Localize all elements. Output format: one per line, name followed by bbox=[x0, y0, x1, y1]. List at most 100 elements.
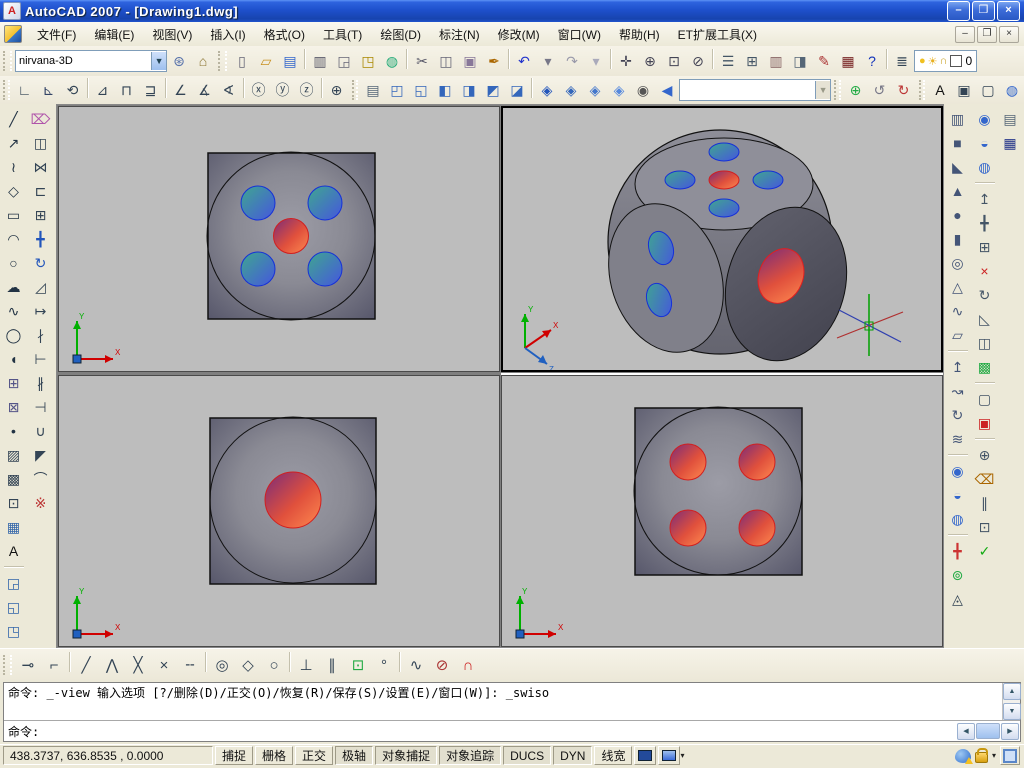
polar-toggle[interactable]: 极轴 bbox=[335, 746, 374, 765]
spline-icon[interactable]: ∿ bbox=[2, 299, 26, 323]
object-ucs-icon[interactable]: ⊓ bbox=[115, 78, 139, 102]
help-icon[interactable]: ? bbox=[860, 49, 884, 73]
menu-file[interactable]: 文件(F) bbox=[28, 23, 85, 46]
union-solids-icon[interactable]: ◉ bbox=[973, 107, 997, 131]
snap-apparent-intersection-icon[interactable]: × bbox=[151, 652, 177, 678]
arc-icon[interactable]: ◠ bbox=[2, 227, 26, 251]
command-scrollbar[interactable]: ▲ ▼ bbox=[1002, 683, 1021, 720]
layer-lock-icon[interactable]: ∩ bbox=[940, 55, 948, 68]
snap-parallel-icon[interactable]: ∥ bbox=[319, 652, 345, 678]
redo-icon[interactable]: ↷ bbox=[560, 49, 584, 73]
my-workspace-icon[interactable]: ⌂ bbox=[191, 49, 215, 73]
draworder-bring-to-front-icon[interactable]: ◲ bbox=[2, 571, 26, 595]
menu-express-tools[interactable]: ET扩展工具(X) bbox=[669, 23, 766, 46]
3d-orbit-icon[interactable]: ⊕ bbox=[844, 78, 868, 102]
snap-insert-icon[interactable]: ⊡ bbox=[345, 652, 371, 678]
sphere-icon[interactable]: ● bbox=[946, 203, 970, 227]
draworder-send-to-back-icon[interactable]: ◱ bbox=[2, 595, 26, 619]
status-menu-arrow[interactable]: ▾ bbox=[680, 751, 684, 760]
scroll-thumb[interactable] bbox=[976, 723, 1000, 739]
clean-icon[interactable]: ⌫ bbox=[973, 467, 997, 491]
named-view-back-icon[interactable]: ◀ bbox=[655, 78, 679, 102]
plot-preview-icon[interactable]: ◲ bbox=[332, 49, 356, 73]
tray-arrow-icon[interactable]: ▾ bbox=[992, 751, 996, 760]
snap-endpoint-icon[interactable]: ╱ bbox=[73, 652, 99, 678]
rotate-icon[interactable]: ↻ bbox=[29, 251, 53, 275]
communication-center-icon[interactable] bbox=[954, 748, 973, 764]
mdi-close-button-icon[interactable]: × bbox=[999, 25, 1019, 43]
apply-ucs-icon[interactable]: ⊕ bbox=[325, 78, 349, 102]
multiline-text-icon[interactable]: A bbox=[2, 539, 26, 563]
coordinate-readout[interactable]: 438.3737, 636.8535 , 0.0000 bbox=[3, 746, 213, 765]
chamfer-icon[interactable]: ◤ bbox=[29, 443, 53, 467]
publish-icon[interactable]: ◳ bbox=[356, 49, 380, 73]
top-view-icon[interactable]: ◰ bbox=[385, 78, 409, 102]
separate-icon[interactable]: ∥ bbox=[973, 491, 997, 515]
pyramid-icon[interactable]: △ bbox=[946, 275, 970, 299]
grid-toggle[interactable]: 栅格 bbox=[255, 746, 294, 765]
chevron-down-icon[interactable]: ▼ bbox=[151, 52, 166, 70]
plot-icon[interactable]: ▥ bbox=[308, 49, 332, 73]
rotate-x-ucs-icon[interactable]: ⓧ bbox=[247, 78, 271, 102]
snap-extension-icon[interactable]: ╌ bbox=[177, 652, 203, 678]
osnap-toggle[interactable]: 对象捕捉 bbox=[375, 746, 438, 765]
osnap-settings-icon[interactable]: ∩ bbox=[455, 652, 481, 678]
toolbar-grip[interactable] bbox=[3, 655, 12, 675]
offset-faces-icon[interactable]: ⊞ bbox=[973, 235, 997, 259]
menu-window[interactable]: 窗口(W) bbox=[549, 23, 610, 46]
construction-line-icon[interactable]: ↗ bbox=[2, 131, 26, 155]
trim-icon[interactable]: ∤ bbox=[29, 323, 53, 347]
box-icon[interactable]: ■ bbox=[946, 131, 970, 155]
offset-icon[interactable]: ⊏ bbox=[29, 179, 53, 203]
close-button-icon[interactable]: × bbox=[997, 1, 1020, 21]
dyn-toggle[interactable]: DYN bbox=[553, 746, 593, 765]
sheet-set-manager-icon[interactable]: ◨ bbox=[788, 49, 812, 73]
snap-midpoint-icon[interactable]: ⋀ bbox=[99, 652, 125, 678]
otrack-toggle[interactable]: 对象追踪 bbox=[439, 746, 502, 765]
ellipse-arc-icon[interactable]: ◖ bbox=[2, 347, 26, 371]
break-at-point-icon[interactable]: ⊣ bbox=[29, 395, 53, 419]
break-icon[interactable]: ∦ bbox=[29, 371, 53, 395]
layer-color-swatch[interactable] bbox=[950, 55, 963, 67]
planar-surface-icon[interactable]: ▱ bbox=[946, 323, 970, 347]
menu-help[interactable]: 帮助(H) bbox=[610, 23, 669, 46]
3d-continuous-orbit-icon[interactable]: ↻ bbox=[892, 78, 916, 102]
status-tray-button[interactable] bbox=[658, 746, 681, 765]
zoom-window-icon[interactable]: ⊡ bbox=[662, 49, 686, 73]
union-icon[interactable]: ◉ bbox=[946, 459, 970, 483]
cut-icon[interactable]: ✂ bbox=[410, 49, 434, 73]
mirror-icon[interactable]: ⋈ bbox=[29, 155, 53, 179]
move-faces-icon[interactable]: ╋ bbox=[973, 211, 997, 235]
match-properties-icon[interactable]: ✒ bbox=[482, 49, 506, 73]
viewport-top-view[interactable]: Y X bbox=[58, 106, 500, 372]
rectangle-icon[interactable]: ▭ bbox=[2, 203, 26, 227]
join-icon[interactable]: ∪ bbox=[29, 419, 53, 443]
redo-dropdown-icon[interactable]: ▾ bbox=[584, 49, 608, 73]
menu-format[interactable]: 格式(O) bbox=[255, 23, 314, 46]
rotate-faces-icon[interactable]: ↻ bbox=[973, 283, 997, 307]
designcenter-icon[interactable]: ⊞ bbox=[740, 49, 764, 73]
viewport-right-view[interactable]: Y X bbox=[501, 375, 943, 647]
3d-swivel-icon[interactable]: ↺ bbox=[868, 78, 892, 102]
extend-icon[interactable]: ⊢ bbox=[29, 347, 53, 371]
workspace-combo-input[interactable] bbox=[16, 53, 152, 69]
layer-on-bulb-icon[interactable]: ● bbox=[919, 55, 926, 68]
restore-button-icon[interactable]: ❐ bbox=[972, 1, 995, 21]
markup-set-manager-icon[interactable]: ✎ bbox=[812, 49, 836, 73]
viewport-front-view[interactable]: Y X bbox=[58, 375, 500, 647]
make-block-icon[interactable]: ⊠ bbox=[2, 395, 26, 419]
imprint-icon[interactable]: ⊕ bbox=[973, 443, 997, 467]
scroll-down-icon[interactable]: ▼ bbox=[1003, 703, 1021, 720]
color-faces-icon[interactable]: ▩ bbox=[973, 355, 997, 379]
named-views-icon[interactable]: ▤ bbox=[361, 78, 385, 102]
toolbar-grip[interactable] bbox=[918, 80, 925, 100]
extrude-icon[interactable]: ↥ bbox=[946, 355, 970, 379]
front-view-icon[interactable]: ◩ bbox=[481, 78, 505, 102]
toolbar-grip[interactable] bbox=[3, 51, 12, 71]
insert-block-icon[interactable]: ⊞ bbox=[2, 371, 26, 395]
snap-tangent-icon[interactable]: ○ bbox=[261, 652, 287, 678]
world-ucs-icon[interactable]: ⊾ bbox=[37, 78, 61, 102]
menu-tools[interactable]: 工具(T) bbox=[314, 23, 371, 46]
scale-icon[interactable]: ◿ bbox=[29, 275, 53, 299]
layer-freeze-sun-icon[interactable]: ☀ bbox=[928, 55, 938, 68]
